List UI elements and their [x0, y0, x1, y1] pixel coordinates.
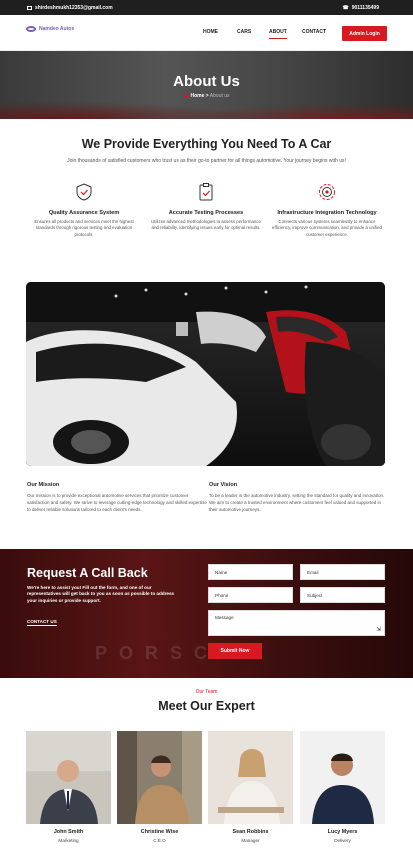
message-field[interactable]: Message ⇲ [208, 610, 385, 636]
phone-contact[interactable]: ☎ 9011135499 [343, 5, 380, 11]
intro-subtitle: Join thousands of satisfied customers wh… [67, 158, 346, 164]
feature-quality: Quality Assurance System Ensures all pro… [29, 182, 139, 238]
member-role: Manager [241, 838, 260, 843]
feature-text: Ensures all products and services meet t… [34, 219, 134, 237]
member-role: C.E.O [153, 838, 166, 843]
team-member-card[interactable]: Lucy Myers Delivery [300, 731, 385, 843]
phone-text: 9011135499 [351, 5, 379, 11]
brand-logo[interactable]: Namdeo Autos [26, 26, 74, 32]
subject-field[interactable]: Subject [300, 587, 385, 603]
mission-block: Our Mission Our mission is to provide ex… [27, 482, 207, 514]
vision-text: To be a leader in the automotive industr… [209, 493, 385, 512]
member-photo [208, 731, 293, 824]
name-field[interactable]: Name [208, 564, 293, 580]
team-member-card[interactable]: Christine Wise C.E.O [117, 731, 202, 843]
phone-field[interactable]: Phone [208, 587, 293, 603]
admin-login-button[interactable]: Admin Login [342, 26, 387, 41]
feature-title: Quality Assurance System [48, 210, 120, 216]
email-contact[interactable]: shirdeshmukh12353@gmail.com [27, 5, 113, 11]
showroom-image [26, 282, 385, 466]
shield-check-icon [76, 183, 92, 201]
home-icon [183, 93, 189, 98]
intro-title: We Provide Everything You Need To A Car [81, 137, 332, 151]
breadcrumb-current: About us [209, 93, 230, 99]
email-field[interactable]: Email [300, 564, 385, 580]
contact-us-link[interactable]: CONTACT US [27, 619, 57, 626]
member-name: Sean Robbins [232, 829, 269, 835]
vision-title: Our Vision [209, 482, 238, 488]
mission-text: Our mission is to provide exceptional au… [27, 493, 207, 512]
member-role: Delivery [334, 838, 351, 843]
brand-name: Namdeo Autos [39, 26, 75, 32]
feature-title: Accurate Testing Processes [168, 210, 244, 216]
showroom-illustration [26, 282, 385, 466]
nav-item-about[interactable]: ABOUT [269, 29, 287, 39]
nav-item-cars[interactable]: CARS [237, 29, 251, 35]
feature-testing: Accurate Testing Processes Utilizes adva… [151, 182, 261, 232]
member-role: Marketing [58, 838, 79, 843]
feature-infrastructure: Infrastructure Integration Technology Co… [272, 182, 382, 238]
vision-block: Our Vision To be a leader in the automot… [209, 482, 389, 514]
team-member-card[interactable]: Sean Robbins Manager [208, 731, 293, 843]
member-photo [26, 731, 111, 824]
team-title: Meet Our Expert [158, 699, 255, 713]
mission-title: Our Mission [27, 482, 60, 488]
member-photo [300, 731, 385, 824]
feature-text: Connects various systems seamlessly to e… [272, 219, 382, 237]
message-placeholder: Message [215, 615, 234, 620]
page-title: About Us [173, 73, 240, 90]
logo-mark-icon [26, 26, 36, 32]
breadcrumb: Home > About us [0, 93, 413, 99]
clipboard-check-icon [199, 183, 213, 201]
mail-icon [27, 6, 32, 10]
feature-text: Utilizes advanced methodologies to asses… [151, 219, 261, 231]
phone-icon: ☎ [342, 5, 349, 11]
top-bar: shirdeshmukh12353@gmail.com ☎ 9011135499 [0, 0, 413, 15]
main-nav: Namdeo Autos HOME CARS ABOUT CONTACT Adm… [0, 15, 413, 51]
team-tag: Our Team [195, 689, 218, 695]
breadcrumb-home[interactable]: Home [190, 93, 204, 99]
member-name: John Smith [53, 829, 84, 835]
breadcrumb-separator: > [205, 93, 209, 99]
nav-item-home[interactable]: HOME [203, 29, 218, 35]
page-hero: About Us Home > About us [0, 51, 413, 119]
callback-description: We're here to assist you! Fill out the f… [27, 585, 175, 603]
email-text: shirdeshmukh12353@gmail.com [35, 5, 113, 11]
callback-title: Request A Call Back [27, 566, 148, 580]
resize-handle-icon[interactable]: ⇲ [376, 626, 381, 633]
member-name: Lucy Myers [327, 829, 358, 835]
target-gear-icon [319, 184, 335, 200]
team-member-card[interactable]: John Smith Marketing [26, 731, 111, 843]
nav-item-contact[interactable]: CONTACT [302, 29, 326, 35]
submit-button[interactable]: Submit Now [208, 643, 262, 659]
feature-title: Infrastructure Integration Technology [277, 210, 377, 216]
member-photo [117, 731, 202, 824]
member-name: Christine Wise [140, 829, 179, 835]
